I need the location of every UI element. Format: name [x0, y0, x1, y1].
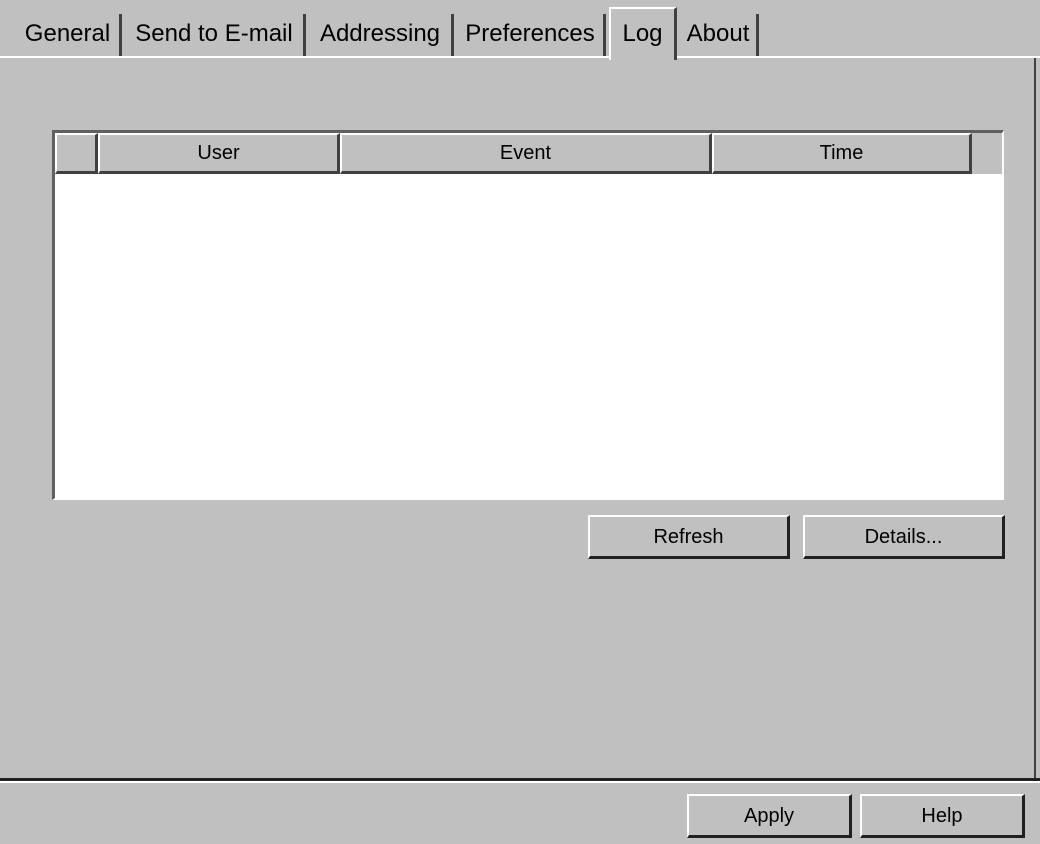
tab-preferences[interactable]: Preferences	[457, 14, 606, 56]
tab-log[interactable]: Log	[609, 7, 677, 60]
column-header-event[interactable]: Event	[340, 133, 712, 174]
refresh-button[interactable]: Refresh	[588, 515, 790, 559]
panel-bottom-highlight	[0, 781, 1040, 783]
details-button[interactable]: Details...	[803, 515, 1005, 559]
log-table[interactable]: User Event Time	[52, 130, 1004, 500]
tab-addressing[interactable]: Addressing	[309, 14, 454, 56]
apply-button[interactable]: Apply	[687, 794, 852, 838]
tab-strip: General Send to E-mail Addressing Prefer…	[0, 0, 1040, 60]
panel-right-edge	[1034, 56, 1036, 778]
log-settings-window: General Send to E-mail Addressing Prefer…	[0, 0, 1040, 844]
tab-general[interactable]: General	[16, 14, 122, 56]
column-header-time[interactable]: Time	[712, 133, 972, 174]
log-table-body[interactable]	[55, 174, 1002, 498]
tab-send-to-email[interactable]: Send to E-mail	[125, 14, 306, 56]
tab-about[interactable]: About	[680, 14, 759, 56]
log-table-header: User Event Time	[55, 133, 1002, 174]
panel-top-edge	[0, 56, 1040, 58]
column-header-select[interactable]	[55, 133, 98, 174]
help-button[interactable]: Help	[860, 794, 1025, 838]
column-header-user[interactable]: User	[98, 133, 340, 174]
